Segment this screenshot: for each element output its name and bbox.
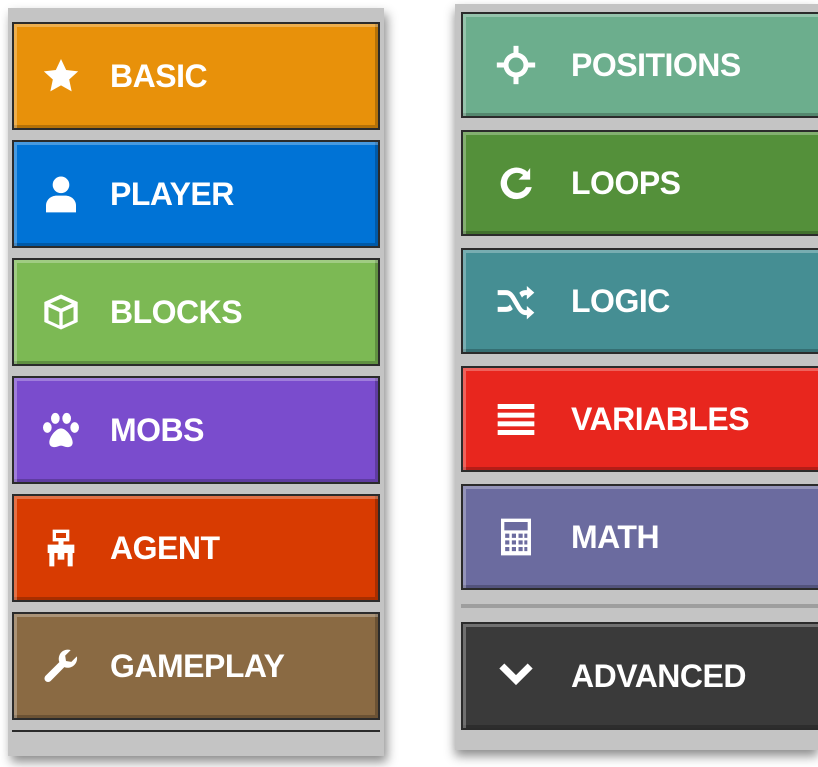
cube-icon bbox=[38, 289, 84, 335]
category-divider bbox=[461, 604, 818, 608]
refresh-icon bbox=[493, 160, 539, 206]
wrench-icon bbox=[38, 643, 84, 689]
category-basic-button[interactable]: BASIC bbox=[12, 22, 380, 130]
category-blocks-button[interactable]: BLOCKS bbox=[12, 258, 380, 366]
category-logic-button[interactable]: LOGIC bbox=[461, 248, 818, 354]
category-label: GAMEPLAY bbox=[110, 647, 285, 684]
category-label: PLAYER bbox=[110, 175, 234, 212]
category-label: ADVANCED bbox=[571, 657, 746, 694]
category-label: AGENT bbox=[110, 529, 220, 566]
category-panel-right: POSITIONS LOOPS LOGIC VARIABLES MATH ADV… bbox=[455, 4, 818, 750]
next-category-edge bbox=[12, 730, 380, 742]
category-label: MOBS bbox=[110, 411, 205, 448]
category-label: BASIC bbox=[110, 57, 208, 94]
category-panel-left: BASIC PLAYER BLOCKS MOBS AGENT GAMEPLAY bbox=[8, 8, 384, 756]
category-math-button[interactable]: MATH bbox=[461, 484, 818, 590]
category-agent-button[interactable]: AGENT bbox=[12, 494, 380, 602]
category-label: POSITIONS bbox=[571, 46, 741, 83]
category-positions-button[interactable]: POSITIONS bbox=[461, 12, 818, 118]
category-label: VARIABLES bbox=[571, 400, 750, 437]
person-icon bbox=[38, 171, 84, 217]
category-label: BLOCKS bbox=[110, 293, 243, 330]
shuffle-icon bbox=[493, 278, 539, 324]
category-label: LOOPS bbox=[571, 164, 681, 201]
category-label: MATH bbox=[571, 518, 660, 555]
calculator-icon bbox=[493, 514, 539, 560]
paw-icon bbox=[38, 407, 84, 453]
chevron-down-icon bbox=[493, 653, 539, 699]
list-icon bbox=[493, 396, 539, 442]
category-variables-button[interactable]: VARIABLES bbox=[461, 366, 818, 472]
category-player-button[interactable]: PLAYER bbox=[12, 140, 380, 248]
category-label: LOGIC bbox=[571, 282, 670, 319]
star-icon bbox=[38, 53, 84, 99]
category-mobs-button[interactable]: MOBS bbox=[12, 376, 380, 484]
robot-icon bbox=[38, 525, 84, 571]
category-advanced-button[interactable]: ADVANCED bbox=[461, 622, 818, 730]
category-gameplay-button[interactable]: GAMEPLAY bbox=[12, 612, 380, 720]
crosshair-icon bbox=[493, 42, 539, 88]
category-loops-button[interactable]: LOOPS bbox=[461, 130, 818, 236]
